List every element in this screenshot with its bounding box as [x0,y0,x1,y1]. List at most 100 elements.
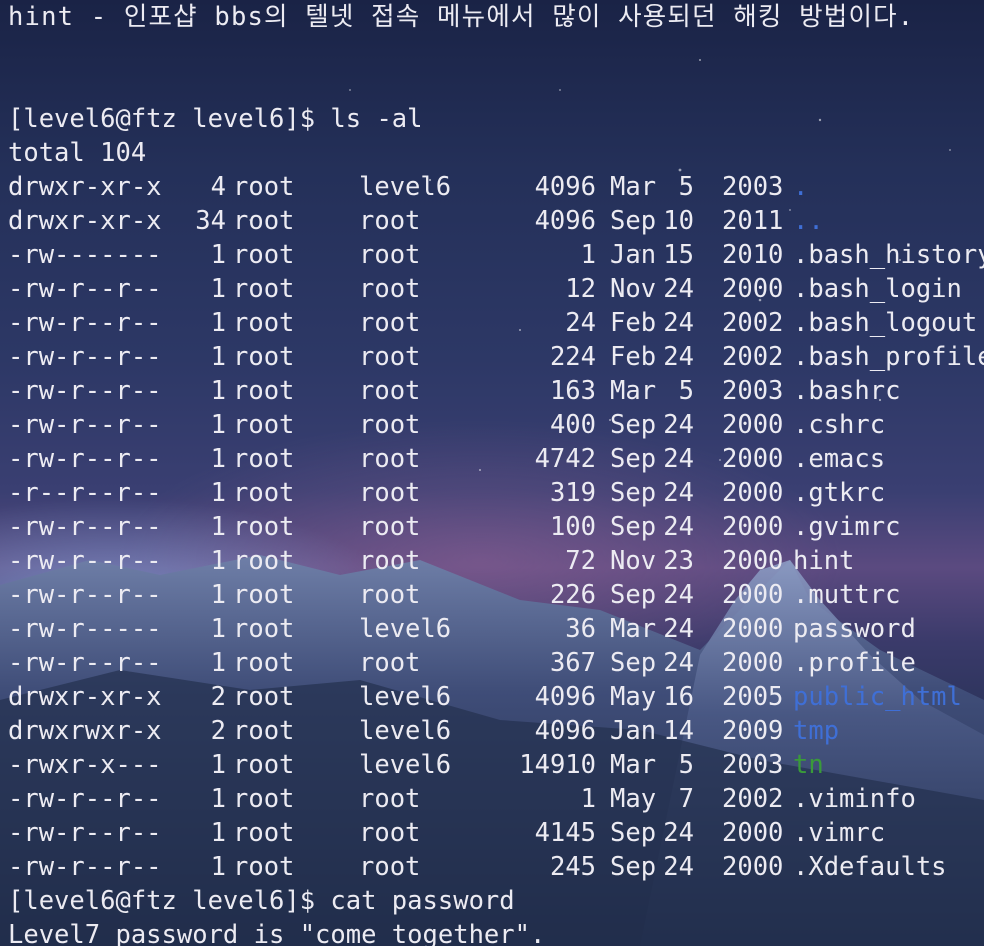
listing-size: 400 [549,410,596,440]
listing-day: 24 [663,478,694,508]
listing-row: drwxr-xr-x 34 root root 4096 Sep 10 2011.. [8,204,984,238]
listing-row: -rw-r--r-- 1 root root 100 Sep 24 2000 .gvimrc [8,510,984,544]
listing-month: May [610,784,657,814]
listing-perm: -rw-r--r-- [8,784,162,814]
listing-month: Sep [610,478,657,508]
listing-year: 2003 [722,376,784,406]
listing-size: 4096 [534,716,596,746]
listing-links: 1 [210,342,226,372]
listing-links: 1 [210,512,226,542]
listing-links: 1 [210,308,226,338]
listing-links: 1 [210,580,226,610]
listing-month: Feb [610,308,657,338]
listing-month: Sep [610,852,657,882]
listing-size: 36 [565,614,596,644]
listing-row: -rw-r--r-- 1 root root 12 Nov 24 2000 .bash_logi… [8,272,984,306]
listing-month: Sep [610,206,657,236]
listing-name: . [793,172,809,202]
listing-day: 24 [663,818,694,848]
listing-row: -rw------- 1 root root 1 Jan 15 2010 .bash_histo… [8,238,984,272]
listing-month: Sep [610,512,657,542]
listing-month: Mar [610,614,657,644]
listing-name: .emacs [793,444,886,474]
listing-size: 72 [565,546,596,576]
listing-month: Sep [610,444,657,474]
listing-perm: -rw-r--r-- [8,818,162,848]
listing-name: .profile [793,648,916,678]
listing-month: Feb [610,342,657,372]
listing-name: .bashrc [793,376,901,406]
listing-owner: root [233,580,295,610]
listing-size: 367 [549,648,596,678]
listing-size: 224 [549,342,596,372]
listing-links: 1 [210,478,226,508]
listing-name: .cshrc [793,410,886,440]
listing-perm: -r--r--r-- [8,478,162,508]
listing-owner: root [233,648,295,678]
listing-name: .. [793,206,824,236]
listing-year: 2005 [722,682,784,712]
listing-row: drwxrwxr-x 2 root level6 4096 Jan 14 2009 tmp [8,714,984,748]
listing-day: 24 [663,614,694,644]
listing-size: 100 [549,512,596,542]
listing-owner: root [233,206,295,236]
listing-day: 24 [663,274,694,304]
listing-perm: drwxr-xr-x [8,206,162,236]
listing-owner: root [233,172,295,202]
listing-day: 15 [663,240,694,270]
listing-year: 2000 [722,580,784,610]
listing-perm: -rw-r--r-- [8,648,162,678]
listing-owner: root [233,444,295,474]
listing-group: level6 [359,614,452,644]
listing-size: 24 [565,308,596,338]
listing-size: 4096 [534,682,596,712]
listing-owner: root [233,512,295,542]
listing-group: root [359,546,421,576]
listing-size: 245 [549,852,596,882]
listing-links: 1 [210,240,226,270]
listing-group: root [359,308,421,338]
listing-row: drwxr-xr-x 2 root level6 4096 May 16 2005 public… [8,680,984,714]
listing-day: 14 [663,716,694,746]
listing-year: 2009 [722,716,784,746]
listing-perm: -rwxr-x--- [8,750,162,780]
listing-day: 24 [663,648,694,678]
listing-links: 1 [210,546,226,576]
listing-group: root [359,274,421,304]
listing-group: root [359,580,421,610]
listing-day: 7 [678,784,694,814]
command-line-ls: [level6@ftz level6]$ ls -al [8,104,423,134]
listing-perm: drwxr-xr-x [8,682,162,712]
terminal-window[interactable]: hint - 인포샵 bbs의 텔넷 접속 메뉴에서 많이 사용되던 해킹 방법… [8,0,984,946]
listing-year: 2000 [722,512,784,542]
command-line-cat: [level6@ftz level6]$ cat password [8,886,515,916]
listing-size: 4096 [534,172,596,202]
listing-links: 1 [210,784,226,814]
listing-group: level6 [359,172,452,202]
listing-row: drwxr-xr-x 4 root level6 4096 Mar 5 2003. [8,170,984,204]
listing-owner: root [233,750,295,780]
listing-year: 2000 [722,274,784,304]
listing-perm: -rw-r--r-- [8,546,162,576]
listing-month: Mar [610,376,657,406]
listing-row: -rw-r--r-- 1 root root 224 Feb 24 2002 .bash_pro… [8,340,984,374]
listing-day: 24 [663,308,694,338]
listing-size: 226 [549,580,596,610]
listing-perm: -rw-r--r-- [8,342,162,372]
listing-links: 1 [210,376,226,406]
listing-month: Sep [610,410,657,440]
listing-links: 1 [210,750,226,780]
listing-perm: -rw-r--r-- [8,274,162,304]
listing-day: 10 [663,206,694,236]
listing-owner: root [233,308,295,338]
listing-name: .Xdefaults [793,852,947,882]
listing-owner: root [233,478,295,508]
listing-name: password [793,614,916,644]
listing-month: Jan [610,716,657,746]
listing-row: -rw-r--r-- 1 root root 226 Sep 24 2000 .muttrc [8,578,984,612]
listing-month: Mar [610,172,657,202]
listing-month: Sep [610,818,657,848]
listing-group: level6 [359,750,452,780]
listing-group: root [359,478,421,508]
